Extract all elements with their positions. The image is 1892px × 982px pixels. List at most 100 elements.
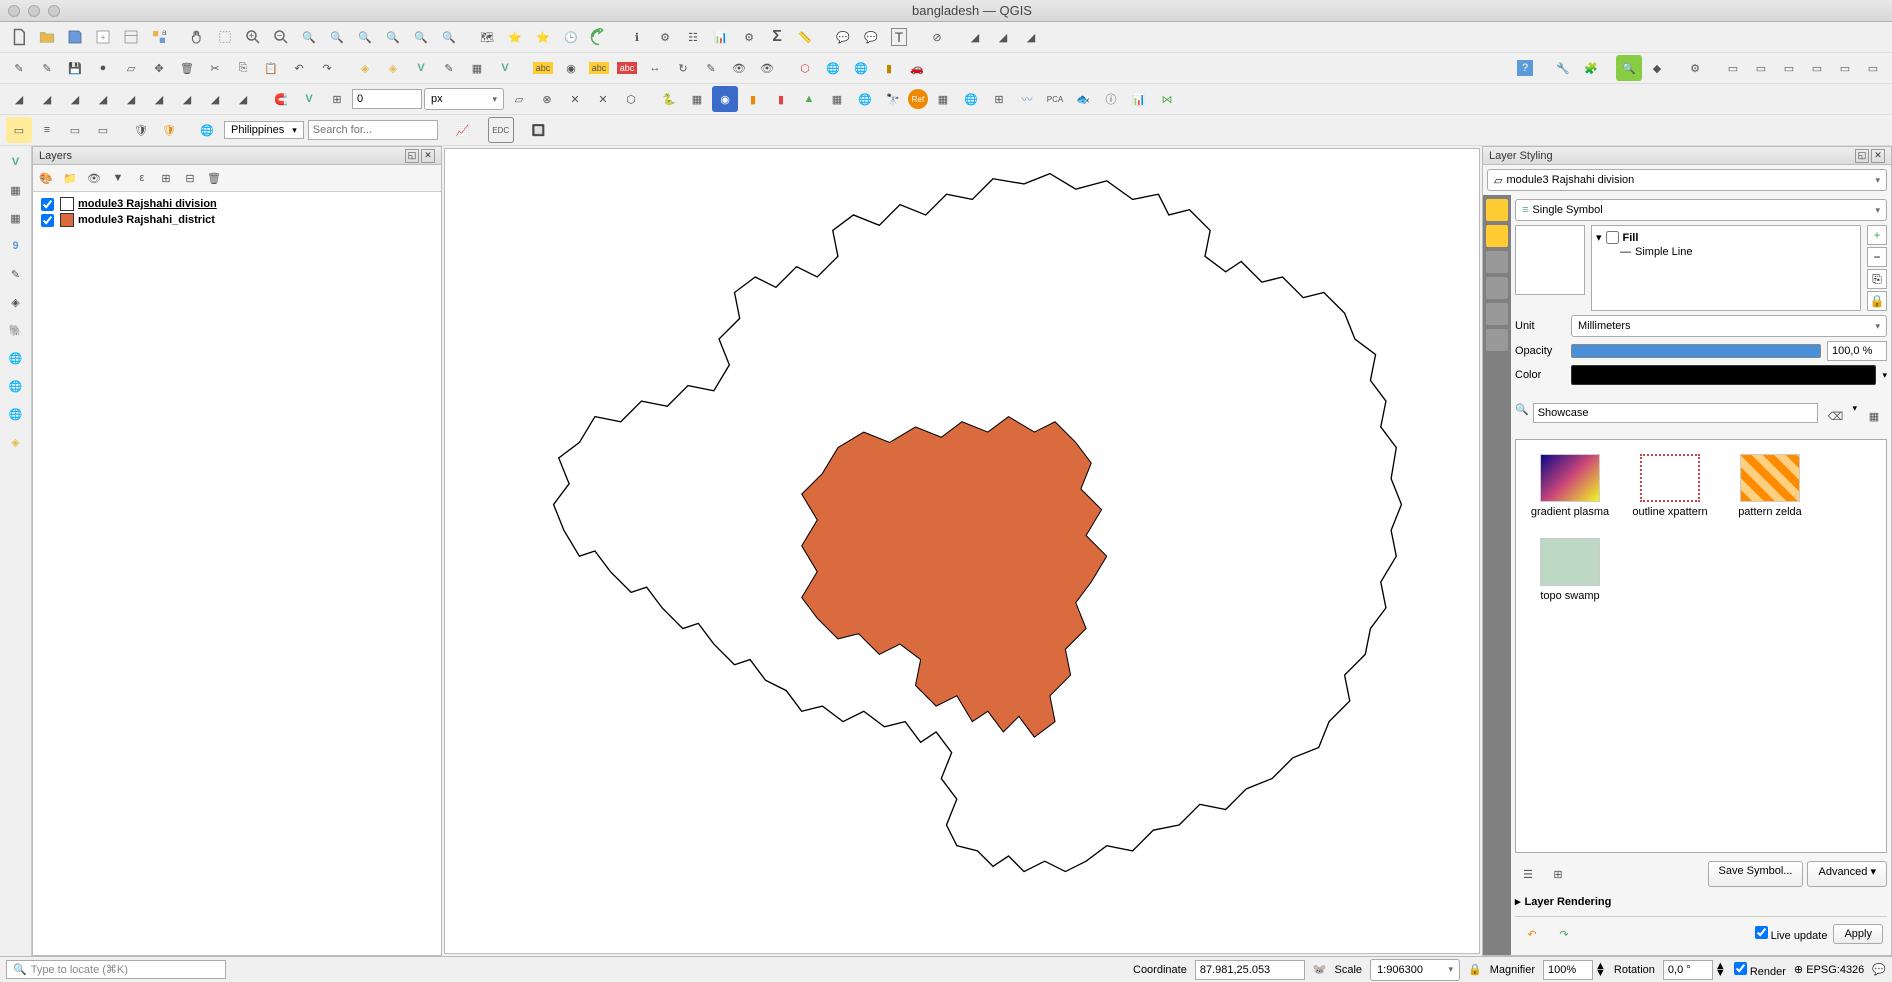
layer-visibility-icon[interactable]: 👁 [83,167,105,189]
adv-dig-3-icon[interactable]: ◢ [62,86,88,112]
zoom-selection-icon[interactable]: 🔍 [324,24,350,50]
layer-expression-icon[interactable]: ε [131,167,153,189]
layer-item[interactable]: module3 Rajshahi division [37,196,437,212]
swatch-item[interactable]: gradient plasma [1530,454,1610,518]
plugin-green2-icon[interactable]: ▲ [796,86,822,112]
add-virtual-icon[interactable]: ◈ [4,290,28,314]
adv-dig-6-icon[interactable]: ◢ [146,86,172,112]
layer-filter-icon[interactable]: ▼ [107,167,129,189]
adv-dig-8-icon[interactable]: ◢ [202,86,228,112]
view-list-icon[interactable]: ☰ [1515,861,1541,887]
symbol-tree[interactable]: ▾ Fill — Simple Line [1591,225,1861,311]
add-wfs-icon[interactable]: 🌐 [4,402,28,426]
snap-unit-combo[interactable]: px▾ [424,88,504,110]
layer-checkbox[interactable] [41,198,54,211]
refresh-icon[interactable] [586,24,612,50]
plugin-globe-icon[interactable]: 🌐 [852,86,878,112]
new-print-layout-icon[interactable]: + [90,24,116,50]
new-project-icon[interactable] [6,24,32,50]
move-feature-icon[interactable]: ✥ [146,55,172,81]
cut-icon[interactable]: ✂ [202,55,228,81]
3d-tab-icon[interactable] [1486,277,1508,299]
temporal-icon[interactable]: 🕒 [558,24,584,50]
plugin-ref-icon[interactable]: Ref [908,89,928,109]
label-tool-icon[interactable]: abc [530,55,556,81]
sel-3-icon[interactable]: ▭ [1776,55,1802,81]
sel-2-icon[interactable]: ▭ [1748,55,1774,81]
layer-collapse-icon[interactable]: ⊟ [179,167,201,189]
locator-input[interactable]: 🔍 Type to locate (⌘K) [6,960,226,979]
plugin-green-icon[interactable]: 🔍 [1616,55,1642,81]
color-picker[interactable] [1571,365,1876,385]
label-change-icon[interactable]: ✎ [698,55,724,81]
zoom-out-icon[interactable] [268,24,294,50]
pan-icon[interactable] [184,24,210,50]
delete-feature-icon[interactable]: 🗑 [174,55,200,81]
magnifier-input[interactable] [1543,960,1593,980]
layer-rendering-header[interactable]: ▸Layer Rendering [1515,891,1887,912]
magnifier-stepper[interactable]: ▲▼ [1595,963,1606,977]
statistics-icon[interactable]: Σ [764,24,790,50]
dup-symbol-icon[interactable]: ⎘ [1867,269,1887,289]
field-calc-icon[interactable]: 📊 [708,24,734,50]
color-blocks-icon[interactable]: 🔲 [526,117,552,143]
remove-symbol-icon[interactable]: − [1867,247,1887,267]
plugin-grid3-icon[interactable]: ⊞ [986,86,1012,112]
crs-button[interactable]: ⊕ EPSG:4326 [1794,963,1864,976]
select-by-value-icon[interactable]: ≡ [34,117,60,143]
georef-icon[interactable]: ◢ [962,24,988,50]
pan-to-selection-icon[interactable] [212,24,238,50]
swatch-item[interactable]: outline xpattern [1630,454,1710,518]
styling-undock-icon[interactable]: ◱ [1855,149,1869,163]
renderer-combo[interactable]: ≡Single Symbol▾ [1515,199,1887,221]
undo-style-icon[interactable]: ↶ [1519,921,1545,947]
live-update-checkbox[interactable] [1755,926,1768,939]
plugin-a-icon[interactable]: 🔧 [1550,55,1576,81]
render-label[interactable]: Render [1734,962,1786,978]
adv-dig-2-icon[interactable]: ◢ [34,86,60,112]
map-tips-icon[interactable]: 💬 [830,24,856,50]
add-postgis-icon[interactable]: 🐘 [4,318,28,342]
diagrams-tab-icon[interactable] [1486,303,1508,325]
layer-item[interactable]: module3 Rajshahi_district [37,212,437,228]
clear-search-icon[interactable]: ⌫ [1822,403,1848,429]
identify-icon[interactable]: ℹ [624,24,650,50]
plugin-gray-icon[interactable]: ▦ [824,86,850,112]
maximize-window[interactable] [48,5,60,17]
paste-icon[interactable]: 📋 [258,55,284,81]
messages-icon[interactable]: 💬 [1872,963,1886,976]
adv-dig-5-icon[interactable]: ◢ [118,86,144,112]
zoom-in-icon[interactable] [240,24,266,50]
plugin-info-icon[interactable]: ⓘ [1098,86,1124,112]
open-project-icon[interactable] [34,24,60,50]
plugin-orange-icon[interactable]: ▮ [740,86,766,112]
undo-icon[interactable]: ↶ [286,55,312,81]
trace-icon[interactable]: ✕ [562,86,588,112]
opacity-slider[interactable] [1571,344,1821,358]
nominatim-country-combo[interactable]: Philippines▾ [224,121,304,139]
python-icon[interactable]: 🐍 [656,86,682,112]
snap-tolerance-input[interactable] [352,89,422,109]
plugin-grid-icon[interactable]: ▦ [684,86,710,112]
adv-dig-9-icon[interactable]: ◢ [230,86,256,112]
swatch-item[interactable]: topo swamp [1530,538,1610,602]
snap-grid-icon[interactable]: ⊞ [324,86,350,112]
label-rotate-icon[interactable]: ↻ [670,55,696,81]
plugin-fish-icon[interactable]: 🐟 [1070,86,1096,112]
symbology-tab-icon[interactable] [1486,199,1508,221]
plugin-wave-icon[interactable]: 〰 [1014,86,1040,112]
masks-tab-icon[interactable] [1486,251,1508,273]
label-highlight-icon[interactable]: abc [586,55,612,81]
minimize-window[interactable] [28,5,40,17]
sel-1-icon[interactable]: ▭ [1720,55,1746,81]
select-features-icon[interactable]: ▭ [6,117,32,143]
layer-expand-icon[interactable]: ⊞ [155,167,177,189]
styling-layer-combo[interactable]: ▱module3 Rajshahi division▾ [1487,169,1887,191]
action-icon[interactable]: ⚙ [652,24,678,50]
profile-icon[interactable]: 📈 [450,117,476,143]
layout-manager-icon[interactable] [118,24,144,50]
new-bookmark-icon[interactable]: ⭐ [502,24,528,50]
plugin-pca-icon[interactable]: PCA [1042,86,1068,112]
adv-dig-7-icon[interactable]: ◢ [174,86,200,112]
toolbox-icon[interactable]: ⚙ [736,24,762,50]
